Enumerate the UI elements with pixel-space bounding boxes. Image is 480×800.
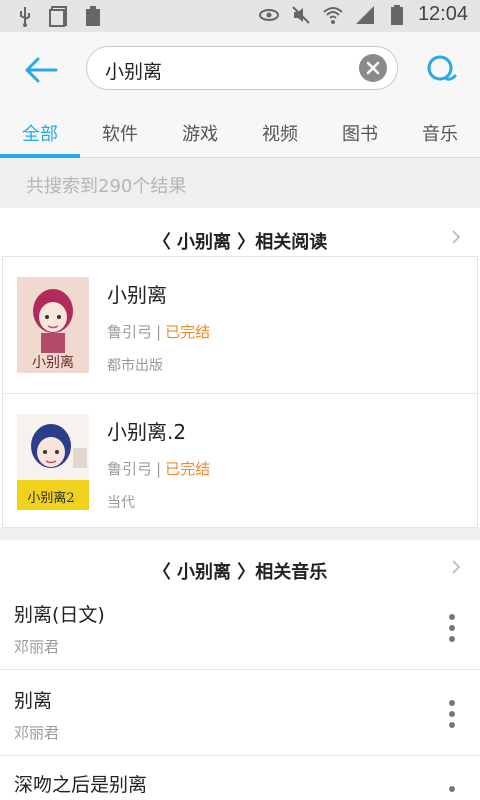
- clear-search-button[interactable]: [359, 54, 387, 82]
- svg-text:小别离: 小别离: [32, 354, 74, 371]
- clear-icon: [366, 61, 380, 75]
- book-item[interactable]: 小别离2 小别离.2 鲁引弓 | 已完结 当代: [3, 393, 479, 529]
- book-publisher: 都市出版: [107, 358, 163, 374]
- more-options-button[interactable]: [446, 786, 458, 800]
- dot-icon: [449, 722, 455, 728]
- book-item[interactable]: 小别离 小别离 鲁引弓 | 已完结 都市出版: [3, 257, 479, 393]
- search-query-text: 小别离: [105, 61, 163, 83]
- svg-text:小别离2: 小别离2: [27, 490, 74, 506]
- search-input[interactable]: 小别离: [86, 46, 398, 90]
- book-status: 已完结: [165, 460, 211, 478]
- book-meta: 鲁引弓 | 已完结: [107, 321, 210, 342]
- music-list-item[interactable]: 别离 邓丽君: [0, 670, 480, 756]
- battery-small-icon: [86, 6, 100, 26]
- tab-music[interactable]: 音乐: [400, 120, 480, 146]
- dot-icon: [449, 636, 455, 642]
- meta-separator: |: [156, 460, 162, 478]
- book-cover-image: 小别离: [17, 277, 89, 373]
- battery-icon: [390, 4, 403, 25]
- music-list-item[interactable]: 深吻之后是别离: [0, 756, 480, 800]
- song-artist: 邓丽君: [14, 724, 60, 742]
- book-cover-image: 小别离2: [17, 414, 89, 510]
- dot-icon: [449, 625, 455, 631]
- reading-section-header[interactable]: 〈 小别离 〉相关阅读: [0, 210, 480, 262]
- eye-icon: [258, 8, 279, 21]
- tab-books[interactable]: 图书: [320, 120, 400, 146]
- sim-icon: [49, 6, 67, 27]
- book-author: 鲁引弓: [107, 323, 153, 341]
- result-count-bar: 共搜索到290个结果: [0, 158, 480, 208]
- song-title: 深吻之后是别离: [14, 774, 148, 796]
- book-author: 鲁引弓: [107, 460, 153, 478]
- book-status: 已完结: [165, 323, 211, 341]
- more-options-button[interactable]: [446, 614, 458, 642]
- section-divider: [0, 528, 480, 540]
- dot-icon: [449, 711, 455, 717]
- song-artist: 邓丽君: [14, 638, 60, 656]
- book-publisher: 当代: [107, 495, 135, 511]
- search-icon: [427, 55, 457, 81]
- result-count-text: 共搜索到290个结果: [26, 176, 187, 197]
- search-button[interactable]: [422, 50, 462, 90]
- mute-icon: [292, 5, 310, 24]
- music-list-item[interactable]: 别离(日文) 邓丽君: [0, 584, 480, 670]
- back-button[interactable]: [20, 50, 62, 90]
- book-title: 小别离.2: [107, 420, 187, 444]
- tab-software[interactable]: 软件: [80, 120, 160, 146]
- category-tabs: 全部 软件 游戏 视频 图书 音乐: [0, 108, 480, 158]
- arrow-left-icon: [25, 57, 58, 83]
- book-meta: 鲁引弓 | 已完结: [107, 458, 210, 479]
- reading-card: 小别离 小别离 鲁引弓 | 已完结 都市出版 小别离2 小别离.2 鲁引弓 | 已完结 …: [2, 256, 479, 529]
- reading-section-title: 〈 小别离 〉相关阅读: [152, 232, 328, 253]
- music-section-title: 〈 小别离 〉相关音乐: [152, 562, 328, 583]
- meta-separator: |: [156, 323, 162, 341]
- song-title: 别离: [14, 690, 53, 712]
- chevron-right-icon: [452, 230, 461, 244]
- dot-icon: [449, 786, 455, 792]
- usb-icon: [20, 7, 30, 27]
- status-bar: 12:04: [0, 0, 480, 32]
- search-header: 小别离: [0, 32, 480, 108]
- dot-icon: [449, 614, 455, 620]
- tab-games[interactable]: 游戏: [160, 120, 240, 146]
- book-title: 小别离: [107, 283, 167, 307]
- chevron-right-icon: [452, 560, 461, 574]
- dot-icon: [449, 700, 455, 706]
- tab-all[interactable]: 全部: [0, 120, 80, 146]
- tab-video[interactable]: 视频: [240, 120, 320, 146]
- signal-icon: [355, 5, 374, 24]
- clock: 12:04: [417, 3, 468, 25]
- song-title: 别离(日文): [14, 604, 105, 626]
- wifi-icon: [323, 6, 343, 24]
- more-options-button[interactable]: [446, 700, 458, 728]
